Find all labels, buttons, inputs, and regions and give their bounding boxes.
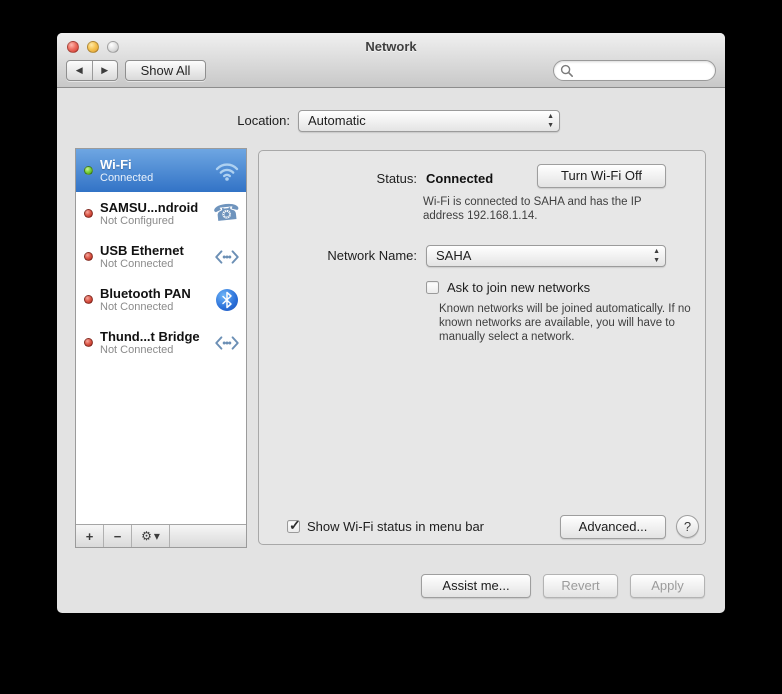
show-all-button[interactable]: Show All [125, 60, 206, 81]
ask-to-join-label: Ask to join new networks [447, 280, 591, 295]
gear-icon: ⚙ [141, 529, 152, 543]
service-status: Not Connected [100, 257, 174, 270]
back-button[interactable]: ◀ [67, 61, 93, 80]
network-name-value: SAHA [436, 248, 472, 263]
location-popup[interactable]: Automatic ▲ ▼ [298, 110, 560, 132]
revert-button[interactable]: Revert [543, 574, 618, 598]
add-service-button[interactable]: + [76, 525, 104, 547]
show-wifi-status-label: Show Wi-Fi status in menu bar [307, 519, 485, 534]
ethernet-icon [212, 334, 242, 352]
service-status: Connected [100, 171, 154, 184]
window-title: Network [365, 39, 417, 54]
window-header: Network ◀ ▶ Show All [57, 33, 725, 88]
search-input[interactable] [578, 63, 703, 78]
assist-me-button[interactable]: Assist me... [421, 574, 531, 598]
status-dot-red [84, 252, 93, 261]
phone-icon: ☎ [212, 199, 242, 228]
service-name: Thund...t Bridge [100, 328, 200, 344]
service-name: Bluetooth PAN [100, 285, 191, 301]
back-forward-control: ◀ ▶ [66, 60, 118, 81]
sidebar-footer: + − ⚙ ▾ [76, 524, 246, 547]
wifi-icon [212, 160, 242, 182]
sidebar-item-wifi[interactable]: Wi-Fi Connected [76, 149, 246, 192]
ask-to-join-description: Known networks will be joined automatica… [439, 303, 691, 343]
forward-button[interactable]: ▶ [93, 61, 118, 80]
show-wifi-status-checkbox[interactable]: ✓ [287, 517, 301, 533]
wifi-settings-pane: Status: Connected Turn Wi-Fi Off Wi-Fi i… [258, 150, 706, 545]
network-name-label: Network Name: [327, 248, 417, 263]
popup-arrows-icon: ▲ ▼ [653, 248, 660, 264]
service-name: SAMSU...ndroid [100, 199, 199, 215]
status-dot-red [84, 209, 93, 218]
popup-arrows-icon: ▲ ▼ [547, 113, 554, 129]
service-status: Not Configured [100, 214, 174, 227]
network-preferences-window: Network ◀ ▶ Show All Location: Automatic… [57, 33, 725, 613]
forward-icon: ▶ [101, 65, 109, 75]
help-button[interactable]: ? [676, 515, 699, 538]
status-value: Connected [426, 171, 494, 186]
back-icon: ◀ [75, 65, 83, 75]
services-list: Wi-Fi Connected SAMSU...ndroid Not Confi… [76, 149, 246, 524]
checkmark-icon: ✓ [289, 517, 301, 533]
bluetooth-icon [212, 288, 242, 311]
service-status: Not Connected [100, 343, 174, 356]
advanced-button[interactable]: Advanced... [560, 515, 666, 539]
status-description: Wi-Fi is connected to SAHA and has the I… [423, 196, 642, 222]
service-name: Wi-Fi [100, 156, 132, 172]
location-value: Automatic [308, 113, 366, 128]
status-dot-red [84, 295, 93, 304]
sidebar-item-thunderbolt-bridge[interactable]: Thund...t Bridge Not Connected [76, 321, 246, 364]
search-field[interactable] [553, 60, 716, 81]
status-dot-green [84, 166, 93, 175]
ethernet-icon [212, 248, 242, 266]
sidebar-item-samsung-android[interactable]: SAMSU...ndroid Not Configured ☎ [76, 192, 246, 235]
caret-down-icon: ▾ [153, 529, 160, 543]
ask-to-join-checkbox[interactable] [426, 281, 439, 294]
apply-button[interactable]: Apply [630, 574, 705, 598]
status-dot-red [84, 338, 93, 347]
remove-service-button[interactable]: − [104, 525, 132, 547]
search-icon [560, 64, 573, 77]
turn-wifi-off-button[interactable]: Turn Wi-Fi Off [537, 164, 666, 188]
service-status: Not Connected [100, 300, 174, 313]
location-label: Location: [237, 113, 290, 128]
sidebar-item-usb-ethernet[interactable]: USB Ethernet Not Connected [76, 235, 246, 278]
services-sidebar: Wi-Fi Connected SAMSU...ndroid Not Confi… [75, 148, 247, 548]
network-name-popup[interactable]: SAHA ▲ ▼ [426, 245, 666, 267]
action-menu-button[interactable]: ⚙ ▾ [132, 525, 170, 547]
sidebar-item-bluetooth-pan[interactable]: Bluetooth PAN Not Connected [76, 278, 246, 321]
service-name: USB Ethernet [100, 242, 184, 258]
status-label: Status: [376, 171, 417, 186]
